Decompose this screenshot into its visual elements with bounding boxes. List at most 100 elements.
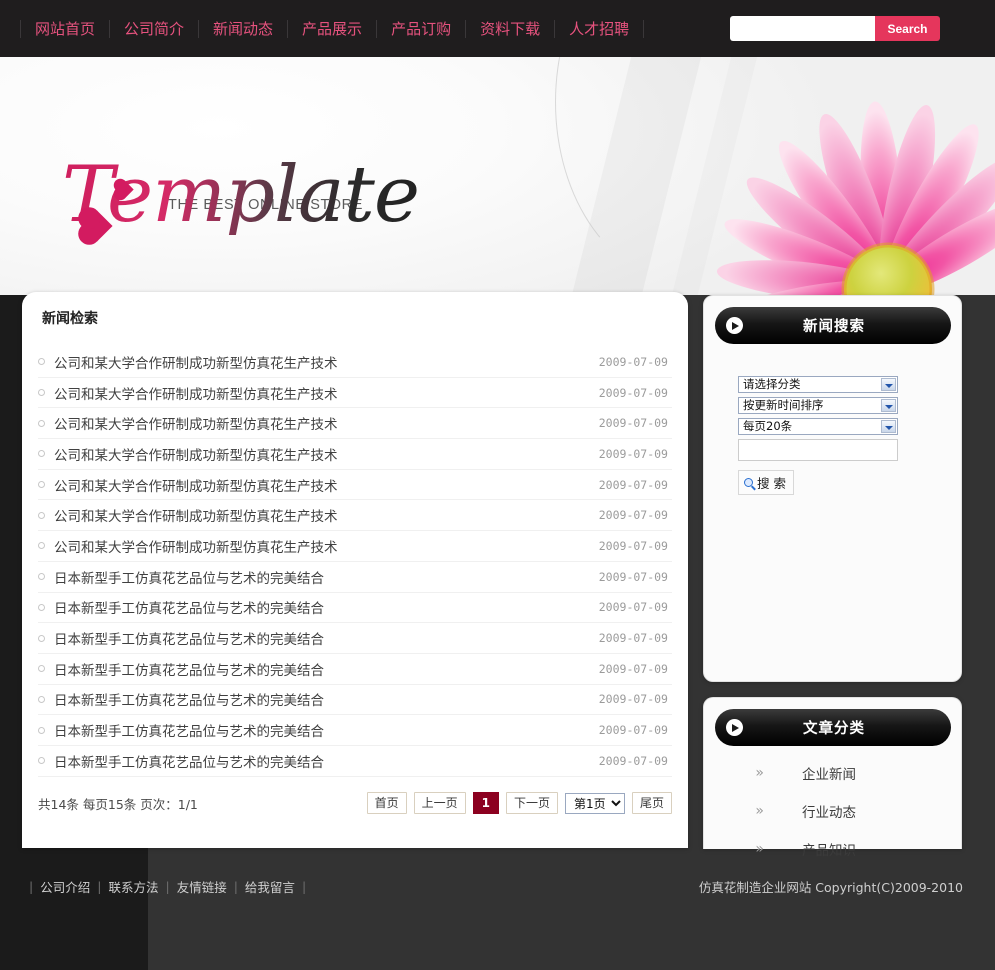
sidebar-search-button-label: 搜 索 — [757, 476, 786, 491]
footer-link-0[interactable]: 公司介绍 — [40, 877, 90, 896]
pagination-current-page: 1 — [472, 792, 499, 814]
news-item-date: 2009-07-09 — [598, 569, 668, 584]
nav-item-0[interactable]: 网站首页 — [20, 19, 111, 38]
play-icon — [726, 317, 743, 334]
footer-link-2[interactable]: 友情链接 — [177, 877, 227, 896]
news-item-date: 2009-07-09 — [598, 508, 668, 523]
news-item-title: 日本新型手工仿真花艺品位与艺术的完美结合 — [54, 662, 324, 679]
search-button[interactable]: Search — [875, 16, 940, 41]
nav-item-4[interactable]: 产品订购 — [377, 19, 467, 38]
news-item-date: 2009-07-09 — [598, 723, 668, 738]
category-item-label: 行业动态 — [802, 805, 856, 821]
news-item[interactable]: 公司和某大学合作研制成功新型仿真花生产技术 2009-07-09 — [38, 500, 672, 532]
chevron-down-icon — [881, 420, 896, 433]
news-item-date: 2009-07-09 — [598, 661, 668, 676]
news-item-date: 2009-07-09 — [598, 385, 668, 400]
sort-select[interactable]: 按更新时间排序 — [738, 397, 898, 414]
news-item-date: 2009-07-09 — [598, 631, 668, 646]
news-item[interactable]: 日本新型手工仿真花艺品位与艺术的完美结合 2009-07-09 — [38, 562, 672, 593]
bullet-icon — [38, 511, 45, 519]
nav-item-5[interactable]: 资料下载 — [466, 19, 556, 38]
news-item[interactable]: 日本新型手工仿真花艺品位与艺术的完美结合 2009-07-09 — [38, 593, 672, 624]
nav-item-6[interactable]: 人才招聘 — [555, 19, 645, 38]
news-item-title: 日本新型手工仿真花艺品位与艺术的完美结合 — [54, 570, 324, 587]
news-item[interactable]: 公司和某大学合作研制成功新型仿真花生产技术 2009-07-09 — [38, 439, 672, 470]
news-item-title: 日本新型手工仿真花艺品位与艺术的完美结合 — [54, 632, 324, 649]
category-select[interactable]: 请选择分类 — [738, 376, 898, 393]
footer-separator: | — [165, 879, 170, 894]
pagination-last-button[interactable]: 尾页 — [631, 792, 672, 814]
bullet-icon — [38, 542, 45, 550]
news-item-title: 公司和某大学合作研制成功新型仿真花生产技术 — [54, 478, 338, 495]
news-list: 公司和某大学合作研制成功新型仿真花生产技术 2009-07-09 公司和某大学合作研… — [38, 347, 672, 777]
footer-link-1[interactable]: 联系方法 — [108, 877, 158, 896]
category-item-label: 产品知识 — [802, 843, 856, 859]
chevron-down-icon — [881, 399, 896, 412]
news-item-title: 日本新型手工仿真花艺品位与艺术的完美结合 — [54, 693, 324, 710]
news-item[interactable]: 日本新型手工仿真花艺品位与艺术的完美结合 2009-07-09 — [38, 746, 672, 777]
news-search-panel-header: 新闻搜索 — [715, 307, 951, 344]
pagination-page-select[interactable]: 第1页 — [564, 792, 625, 814]
bullet-icon — [38, 573, 45, 581]
news-item[interactable]: 日本新型手工仿真花艺品位与艺术的完美结合 2009-07-09 — [38, 654, 672, 685]
news-search-panel: 新闻搜索 请选择分类 按更新时间排序 每页20条 搜 索 — [703, 295, 962, 682]
site-logo[interactable]: Template — [62, 155, 420, 242]
category-item-1[interactable]: » 行业动态 — [704, 792, 961, 830]
nav-item-3[interactable]: 产品展示 — [288, 19, 378, 38]
pagination-first-button[interactable]: 首页 — [366, 792, 407, 814]
news-item[interactable]: 公司和某大学合作研制成功新型仿真花生产技术 2009-07-09 — [38, 378, 672, 409]
main-navigation: 网站首页 公司简介 新闻动态 产品展示 产品订购 资料下载 人才招聘 — [20, 0, 645, 57]
perpage-select-value: 每页20条 — [743, 419, 793, 433]
page-title: 新闻检索 — [42, 311, 98, 327]
keyword-input[interactable] — [738, 439, 898, 461]
bullet-icon — [38, 389, 45, 397]
news-item-title: 公司和某大学合作研制成功新型仿真花生产技术 — [54, 355, 338, 372]
category-panel: 文章分类 » 企业新闻 » 行业动态 » 产品知识 — [703, 697, 962, 859]
magnifier-icon — [744, 478, 753, 487]
nav-item-2[interactable]: 新闻动态 — [199, 19, 289, 38]
category-select-value: 请选择分类 — [743, 377, 801, 391]
news-item-date: 2009-07-09 — [598, 692, 668, 707]
news-item-date: 2009-07-09 — [598, 446, 668, 461]
news-item-date: 2009-07-09 — [598, 600, 668, 615]
category-panel-header: 文章分类 — [715, 709, 951, 746]
news-item[interactable]: 日本新型手工仿真花艺品位与艺术的完美结合 2009-07-09 — [38, 715, 672, 746]
pagination-next-button[interactable]: 下一页 — [505, 792, 558, 814]
footer-separator: | — [301, 879, 307, 894]
category-item-0[interactable]: » 企业新闻 — [704, 754, 961, 792]
footer-links: | 公司介绍 | 联系方法 | 友情链接 | 给我留言 | — [22, 877, 313, 896]
news-item-date: 2009-07-09 — [598, 354, 668, 369]
news-item[interactable]: 日本新型手工仿真花艺品位与艺术的完美结合 2009-07-09 — [38, 623, 672, 654]
sidebar-search-button[interactable]: 搜 索 — [738, 470, 794, 495]
news-item-title: 公司和某大学合作研制成功新型仿真花生产技术 — [54, 509, 338, 526]
search-input[interactable] — [730, 16, 875, 41]
bullet-icon — [38, 726, 45, 734]
news-item[interactable]: 公司和某大学合作研制成功新型仿真花生产技术 2009-07-09 — [38, 531, 672, 562]
pagination-controls: 首页 上一页 1 下一页 第1页 尾页 — [366, 792, 672, 814]
chevron-right-icon: » — [755, 841, 764, 857]
category-list: » 企业新闻 » 行业动态 » 产品知识 — [704, 754, 961, 868]
bullet-icon — [38, 450, 45, 458]
bullet-icon — [38, 665, 45, 673]
news-item-title: 公司和某大学合作研制成功新型仿真花生产技术 — [54, 539, 338, 556]
footer-link-3[interactable]: 给我留言 — [245, 877, 295, 896]
pagination-prev-button[interactable]: 上一页 — [413, 792, 466, 814]
perpage-select[interactable]: 每页20条 — [738, 418, 898, 435]
header-search: Search — [730, 16, 940, 41]
news-item[interactable]: 公司和某大学合作研制成功新型仿真花生产技术 2009-07-09 — [38, 408, 672, 440]
footer-separator: | — [97, 879, 102, 894]
news-item-date: 2009-07-09 — [598, 477, 668, 492]
chevron-right-icon: » — [755, 765, 764, 781]
news-item[interactable]: 日本新型手工仿真花艺品位与艺术的完美结合 2009-07-09 — [38, 685, 672, 716]
banner: Template THE BEST ONLINE STORE — [0, 57, 995, 295]
news-search-panel-title: 新闻搜索 — [803, 319, 865, 335]
news-item-date: 2009-07-09 — [598, 753, 668, 768]
nav-item-1[interactable]: 公司简介 — [110, 19, 200, 38]
footer-separator: | — [29, 879, 34, 894]
news-item-date: 2009-07-09 — [598, 416, 668, 431]
news-item[interactable]: 公司和某大学合作研制成功新型仿真花生产技术 2009-07-09 — [38, 347, 672, 378]
bullet-icon — [38, 634, 45, 642]
category-item-label: 企业新闻 — [802, 767, 856, 783]
footer: | 公司介绍 | 联系方法 | 友情链接 | 给我留言 | 仿真花制造企业网站 Copyrigh… — [0, 863, 995, 909]
news-item[interactable]: 公司和某大学合作研制成功新型仿真花生产技术 2009-07-09 — [38, 470, 672, 501]
